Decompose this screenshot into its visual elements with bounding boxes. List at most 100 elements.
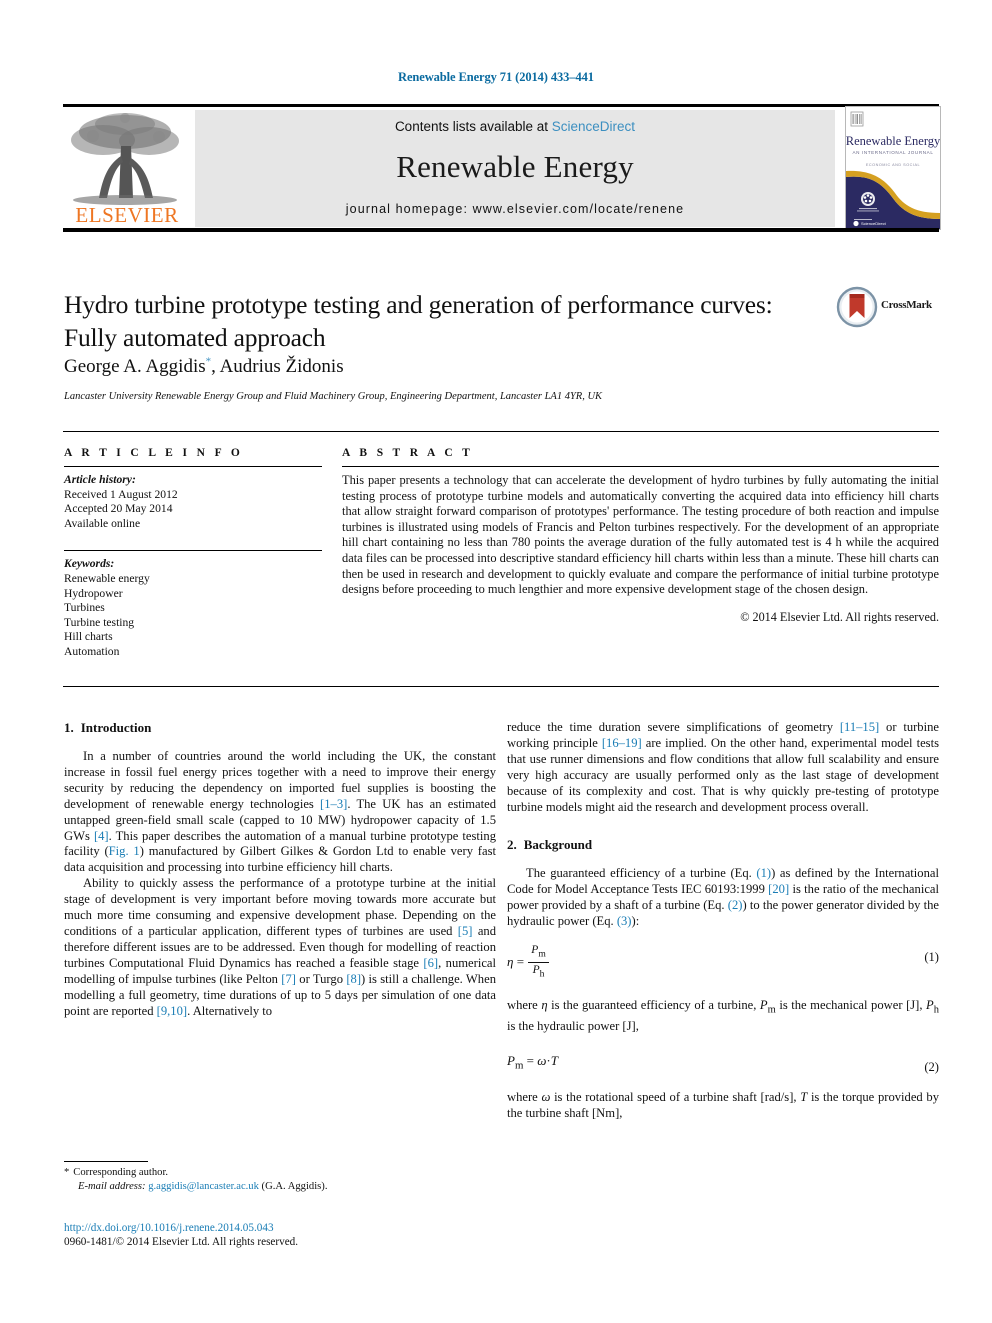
abstract-text: This paper presents a technology that ca… xyxy=(342,473,939,597)
keyword-item: Hydropower xyxy=(64,586,123,600)
author-list: George A. Aggidis*, Audrius Židonis xyxy=(64,356,804,378)
body-column-right: reduce the time duration severe simplifi… xyxy=(507,720,939,1122)
equation-2: Pm = ω·T (2) xyxy=(507,1053,939,1075)
text-run: Ability to quickly assess the performanc… xyxy=(64,876,496,938)
text-run: The guaranteed efficiency of a turbine (… xyxy=(526,866,757,881)
asterisk-icon: * xyxy=(64,1167,70,1178)
text-run: where xyxy=(507,1090,542,1105)
cover-art: Renewable Energy AN INTERNATIONAL JOURNA… xyxy=(846,107,940,229)
equation-link[interactable]: (1) xyxy=(756,866,771,880)
history-received: Received 1 August 2012 xyxy=(64,487,178,501)
masthead-top-rule xyxy=(63,104,939,107)
citation-link[interactable]: [16–19] xyxy=(602,736,642,750)
equation-link[interactable]: (3) xyxy=(617,914,632,928)
symbol-ph-sub: h xyxy=(933,1004,939,1016)
text-run: is the guaranteed efficiency of a turbin… xyxy=(547,998,760,1013)
history-available: Available online xyxy=(64,516,141,530)
svg-text:Renewable Energy: Renewable Energy xyxy=(846,134,940,148)
equation-1-number: (1) xyxy=(924,950,939,965)
affiliation: Lancaster University Renewable Energy Gr… xyxy=(64,391,603,402)
svg-text:AN INTERNATIONAL JOURNAL: AN INTERNATIONAL JOURNAL xyxy=(852,150,933,155)
sciencedirect-link[interactable]: ScienceDirect xyxy=(552,119,635,134)
email-label: E-mail address: xyxy=(78,1180,146,1192)
paragraph-where-1: where η is the guaranteed efficiency of … xyxy=(507,998,939,1034)
symbol-pm-sub: m xyxy=(767,1004,776,1016)
masthead-bottom-rule xyxy=(63,228,939,232)
section-title: Introduction xyxy=(80,720,152,735)
email-note: E-mail address: g.aggidis@lancaster.ac.u… xyxy=(64,1180,494,1194)
article-history-label: Article history: xyxy=(64,473,136,486)
journal-masthead: ELSEVIER Contents lists available at Sci… xyxy=(63,104,941,232)
abstract-divider xyxy=(342,466,939,467)
footnote-rule xyxy=(64,1161,148,1162)
corresponding-author-text: Corresponding author. xyxy=(73,1167,169,1178)
article-history-block: Article history: Received 1 August 2012 … xyxy=(64,473,322,531)
elsevier-tree-icon xyxy=(71,113,179,205)
paragraph-intro-1: In a number of countries around the worl… xyxy=(64,749,496,876)
eq1-numerator-sub: m xyxy=(538,948,546,960)
eq1-fraction: Pm Ph xyxy=(528,943,549,982)
footer-block: http://dx.doi.org/10.1016/j.renene.2014.… xyxy=(64,1221,494,1250)
paragraph-intro-2: Ability to quickly assess the performanc… xyxy=(64,876,496,1019)
text-run: is the mechanical power [J], xyxy=(775,998,927,1013)
history-accepted: Accepted 20 May 2014 xyxy=(64,502,173,516)
svg-text:ECONOMIC AND SOCIAL: ECONOMIC AND SOCIAL xyxy=(866,163,920,167)
info-divider-2 xyxy=(64,550,322,552)
citation-link[interactable]: [9,10] xyxy=(157,1004,187,1018)
symbol-ph: P xyxy=(926,998,934,1013)
abstract-heading: A B S T R A C T xyxy=(342,447,474,459)
equation-2-number: (2) xyxy=(924,1059,939,1074)
paragraph-background-1: The guaranteed efficiency of a turbine (… xyxy=(507,866,939,930)
text-run: is the rotational speed of a turbine sha… xyxy=(550,1090,801,1105)
elsevier-logo: ELSEVIER xyxy=(63,110,191,228)
running-head: Renewable Energy 71 (2014) 433–441 xyxy=(398,70,594,84)
keyword-item: Renewable energy xyxy=(64,571,150,585)
article-info-heading: A R T I C L E I N F O xyxy=(64,447,244,459)
eq2-torque: T xyxy=(550,1052,558,1068)
email-link[interactable]: g.aggidis@lancaster.ac.uk xyxy=(148,1181,259,1192)
crossmark-label: CrossMark xyxy=(881,299,932,311)
corresponding-author-marker[interactable]: * xyxy=(206,356,212,368)
elsevier-wordmark: ELSEVIER xyxy=(75,203,179,227)
article-page: Renewable Energy 71 (2014) 433–441 ELSEV… xyxy=(0,0,992,1323)
eq1-denominator-sub: h xyxy=(539,968,545,980)
eq1-denominator: P xyxy=(532,964,540,977)
eq2-lhs-sub: m xyxy=(514,1059,524,1072)
abstract-copyright: © 2014 Elsevier Ltd. All rights reserved… xyxy=(740,609,939,624)
email-owner: (G.A. Aggidis). xyxy=(261,1180,328,1192)
figure-link[interactable]: Fig. 1 xyxy=(109,844,140,858)
journal-homepage[interactable]: journal homepage: www.elsevier.com/locat… xyxy=(195,202,835,216)
paragraph-intro-continuation: reduce the time duration severe simplifi… xyxy=(507,720,939,815)
abstract-column: A B S T R A C T This paper presents a te… xyxy=(342,447,939,625)
journal-cover-thumbnail: Renewable Energy AN INTERNATIONAL JOURNA… xyxy=(845,106,941,230)
keyword-item: Automation xyxy=(64,644,120,658)
equation-link[interactable]: (2) xyxy=(728,898,743,912)
keyword-item: Turbine testing xyxy=(64,615,135,629)
section-number: 1. xyxy=(64,720,74,735)
doi-link[interactable]: http://dx.doi.org/10.1016/j.renene.2014.… xyxy=(64,1221,494,1235)
paragraph-where-2: where ω is the rotational speed of a tur… xyxy=(507,1090,939,1122)
abstract-band-top-rule xyxy=(63,431,939,432)
citation-link[interactable]: [5] xyxy=(458,924,473,938)
citation-link[interactable]: [7] xyxy=(281,972,296,986)
article-info-column: A R T I C L E I N F O Article history: R… xyxy=(64,447,322,660)
eq2-lhs: P xyxy=(507,1052,515,1068)
keywords-block: Keywords: Renewable energy Hydropower Tu… xyxy=(64,557,322,659)
journal-name: Renewable Energy xyxy=(396,149,634,184)
section-heading-introduction: 1. Introduction xyxy=(64,720,496,736)
citation-link[interactable]: [6] xyxy=(423,956,438,970)
citation-link[interactable]: [8] xyxy=(346,972,361,986)
svg-text:ScienceDirect: ScienceDirect xyxy=(861,221,887,226)
keywords-label: Keywords: xyxy=(64,557,115,571)
equation-1: η = Pm Ph (1) xyxy=(507,943,939,982)
issn-copyright: 0960-1481/© 2014 Elsevier Ltd. All right… xyxy=(64,1236,299,1249)
eq2-equals: = xyxy=(526,1052,534,1068)
contents-line: Contents lists available at ScienceDirec… xyxy=(195,119,835,134)
citation-link[interactable]: [4] xyxy=(94,829,109,843)
citation-link[interactable]: [20] xyxy=(768,882,789,896)
text-run: where xyxy=(507,998,542,1013)
citation-link[interactable]: [1–3] xyxy=(320,797,347,811)
crossmark-badge[interactable]: CrossMark xyxy=(836,286,940,330)
crossmark-icon xyxy=(836,286,878,328)
citation-link[interactable]: [11–15] xyxy=(840,720,879,734)
